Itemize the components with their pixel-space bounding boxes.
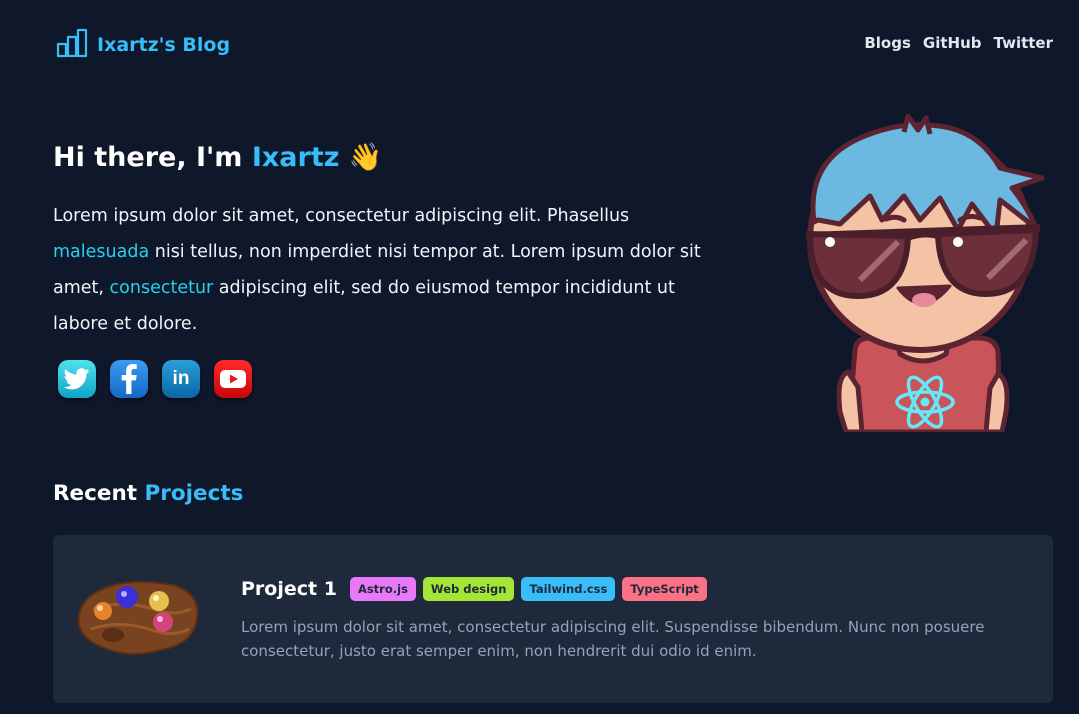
hero-description: Lorem ipsum dolor sit amet, consectetur … bbox=[53, 198, 708, 342]
project-header: Project 1 Astro.js Web design Tailwind.c… bbox=[241, 575, 707, 603]
hero-title-name: Ixartz bbox=[251, 142, 340, 173]
tag-typescript: TypeScript bbox=[622, 577, 707, 601]
paint-palette-icon bbox=[73, 579, 201, 663]
project-card[interactable]: Project 1 Astro.js Web design Tailwind.c… bbox=[53, 535, 1053, 703]
hero-link-consectetur[interactable]: consectetur bbox=[110, 278, 214, 298]
nav-link-blogs[interactable]: Blogs bbox=[864, 30, 911, 56]
avatar-illustration bbox=[800, 112, 1045, 435]
nav-link-github[interactable]: GitHub bbox=[923, 30, 982, 56]
hero-link-malesuada[interactable]: malesuada bbox=[53, 242, 149, 262]
bar-chart-logo-icon bbox=[56, 28, 89, 62]
brand-link[interactable]: Ixartz's Blog bbox=[56, 28, 230, 62]
section-title-accent: Projects bbox=[144, 481, 244, 506]
site-header: Ixartz's Blog Blogs GitHub Twitter bbox=[0, 0, 1079, 86]
main-nav: Blogs GitHub Twitter bbox=[864, 30, 1053, 56]
waving-hand-icon: 👋 bbox=[348, 142, 383, 173]
linkedin-icon[interactable]: in bbox=[162, 360, 200, 398]
hero-text-part-1: Lorem ipsum dolor sit amet, consectetur … bbox=[53, 206, 630, 226]
nav-link-twitter[interactable]: Twitter bbox=[994, 30, 1054, 56]
hero-title-prefix: Hi there, I'm bbox=[53, 142, 252, 173]
section-title-prefix: Recent bbox=[53, 481, 145, 506]
brand-name: Ixartz's Blog bbox=[97, 34, 231, 56]
tag-astro: Astro.js bbox=[349, 577, 416, 601]
twitter-icon[interactable] bbox=[58, 360, 96, 398]
project-description: Lorem ipsum dolor sit amet, consectetur … bbox=[241, 618, 985, 660]
tag-web-design: Web design bbox=[422, 577, 515, 601]
youtube-icon[interactable] bbox=[214, 360, 252, 398]
hero-title: Hi there, I'm Ixartz 👋 bbox=[53, 138, 382, 178]
recent-projects-title: Recent Projects bbox=[53, 478, 243, 510]
tag-tailwind: Tailwind.css bbox=[521, 577, 616, 601]
social-links: in bbox=[58, 360, 252, 398]
facebook-icon[interactable] bbox=[110, 360, 148, 398]
project-title[interactable]: Project 1 bbox=[241, 575, 337, 603]
